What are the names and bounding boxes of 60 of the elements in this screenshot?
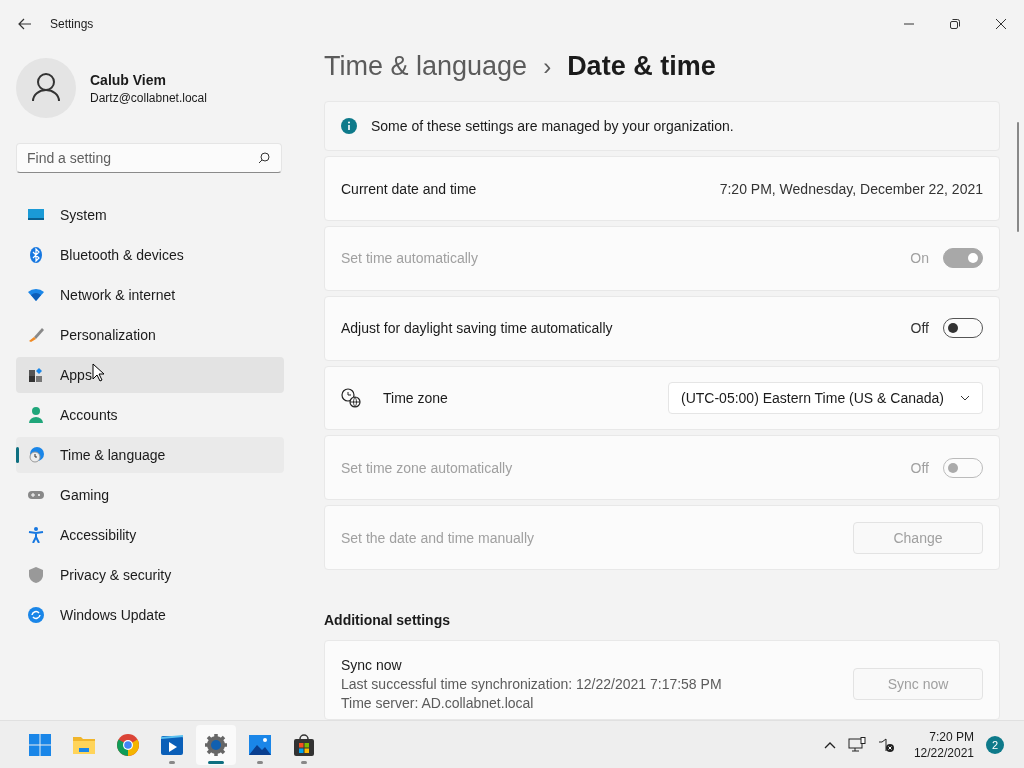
sidebar-item[interactable]: Personalization xyxy=(16,317,284,353)
toggle-state: Off xyxy=(910,459,929,476)
clock-globe-icon xyxy=(28,447,44,463)
section-heading: Additional settings xyxy=(324,612,451,629)
sidebar-item[interactable]: Accounts xyxy=(16,397,284,433)
user-name: Calub Viem xyxy=(90,71,167,88)
close-icon[interactable] xyxy=(996,19,1006,29)
sidebar-item[interactable]: Privacy & security xyxy=(16,557,284,593)
breadcrumb-separator: › xyxy=(543,52,552,81)
setting-label: Current date and time xyxy=(341,180,477,197)
scrollbar[interactable] xyxy=(1017,122,1019,232)
gear-icon[interactable] xyxy=(196,724,236,765)
notice-text: Some of these settings are managed by your organization. xyxy=(371,118,734,135)
avatar-icon xyxy=(16,58,76,118)
info-icon xyxy=(341,118,357,135)
toggle-state: Off xyxy=(910,320,929,337)
sync-detail: Time server: AD.collabnet.local xyxy=(341,695,535,712)
sidebar-item[interactable]: Network & internet xyxy=(16,277,284,313)
brush-icon xyxy=(28,327,44,343)
network-icon[interactable] xyxy=(847,736,866,753)
time-zone-dropdown[interactable]: (UTC-05:00) Eastern Time (US & Canada) xyxy=(668,382,983,415)
apps-icon xyxy=(28,367,44,383)
setting-label: Set time automatically xyxy=(341,250,478,267)
wifi-icon xyxy=(28,287,44,303)
page-title: Date & time xyxy=(567,51,716,83)
search-field[interactable]: Find a setting xyxy=(16,143,282,173)
mouse-cursor-icon xyxy=(92,363,104,382)
breadcrumb-parent[interactable]: Time & language xyxy=(324,51,528,83)
monitor-icon xyxy=(28,207,44,223)
clock[interactable]: 7:20 PM 12/22/2021 xyxy=(913,729,974,760)
clock-globe-icon xyxy=(341,388,361,409)
sidebar-item[interactable]: Time & language xyxy=(16,437,284,473)
sidebar-item[interactable]: Gaming xyxy=(16,477,284,513)
shield-icon xyxy=(28,567,44,583)
person-icon xyxy=(28,407,44,423)
setting-label: Adjust for daylight saving time automatically xyxy=(341,320,613,337)
sync-icon xyxy=(28,607,44,623)
notification-badge[interactable]: 2 xyxy=(986,735,1004,754)
bluetooth-icon xyxy=(28,247,44,263)
search-icon xyxy=(258,152,270,164)
chevron-up-icon[interactable] xyxy=(823,740,836,749)
muted-speaker-icon[interactable] xyxy=(877,736,896,753)
sync-detail: Last successful time synchronization: 12/22/2021 7:17:58 PM xyxy=(341,676,722,693)
sync-title: Sync now xyxy=(341,657,403,674)
sidebar-item[interactable]: Apps xyxy=(16,357,284,393)
toggle-state: On xyxy=(910,250,929,267)
setting-label: Set time zone automatically xyxy=(341,459,513,476)
sidebar-item[interactable]: Windows Update xyxy=(16,597,284,633)
sidebar-item[interactable]: Accessibility xyxy=(16,517,284,553)
maximize-icon[interactable] xyxy=(950,19,960,29)
window-title: Settings xyxy=(50,17,94,31)
setting-value: 7:20 PM, Wednesday, December 22, 2021 xyxy=(719,180,983,197)
chevron-down-icon xyxy=(960,395,970,402)
setting-label: Time zone xyxy=(383,390,448,407)
back-icon[interactable] xyxy=(18,18,32,30)
user-email: Dartz@collabnet.local xyxy=(90,90,207,105)
sidebar-item[interactable]: Bluetooth & devices xyxy=(16,237,284,273)
setting-label: Set the date and time manually xyxy=(341,529,534,546)
accessibility-icon xyxy=(28,527,44,543)
sidebar-item[interactable]: System xyxy=(16,197,284,233)
